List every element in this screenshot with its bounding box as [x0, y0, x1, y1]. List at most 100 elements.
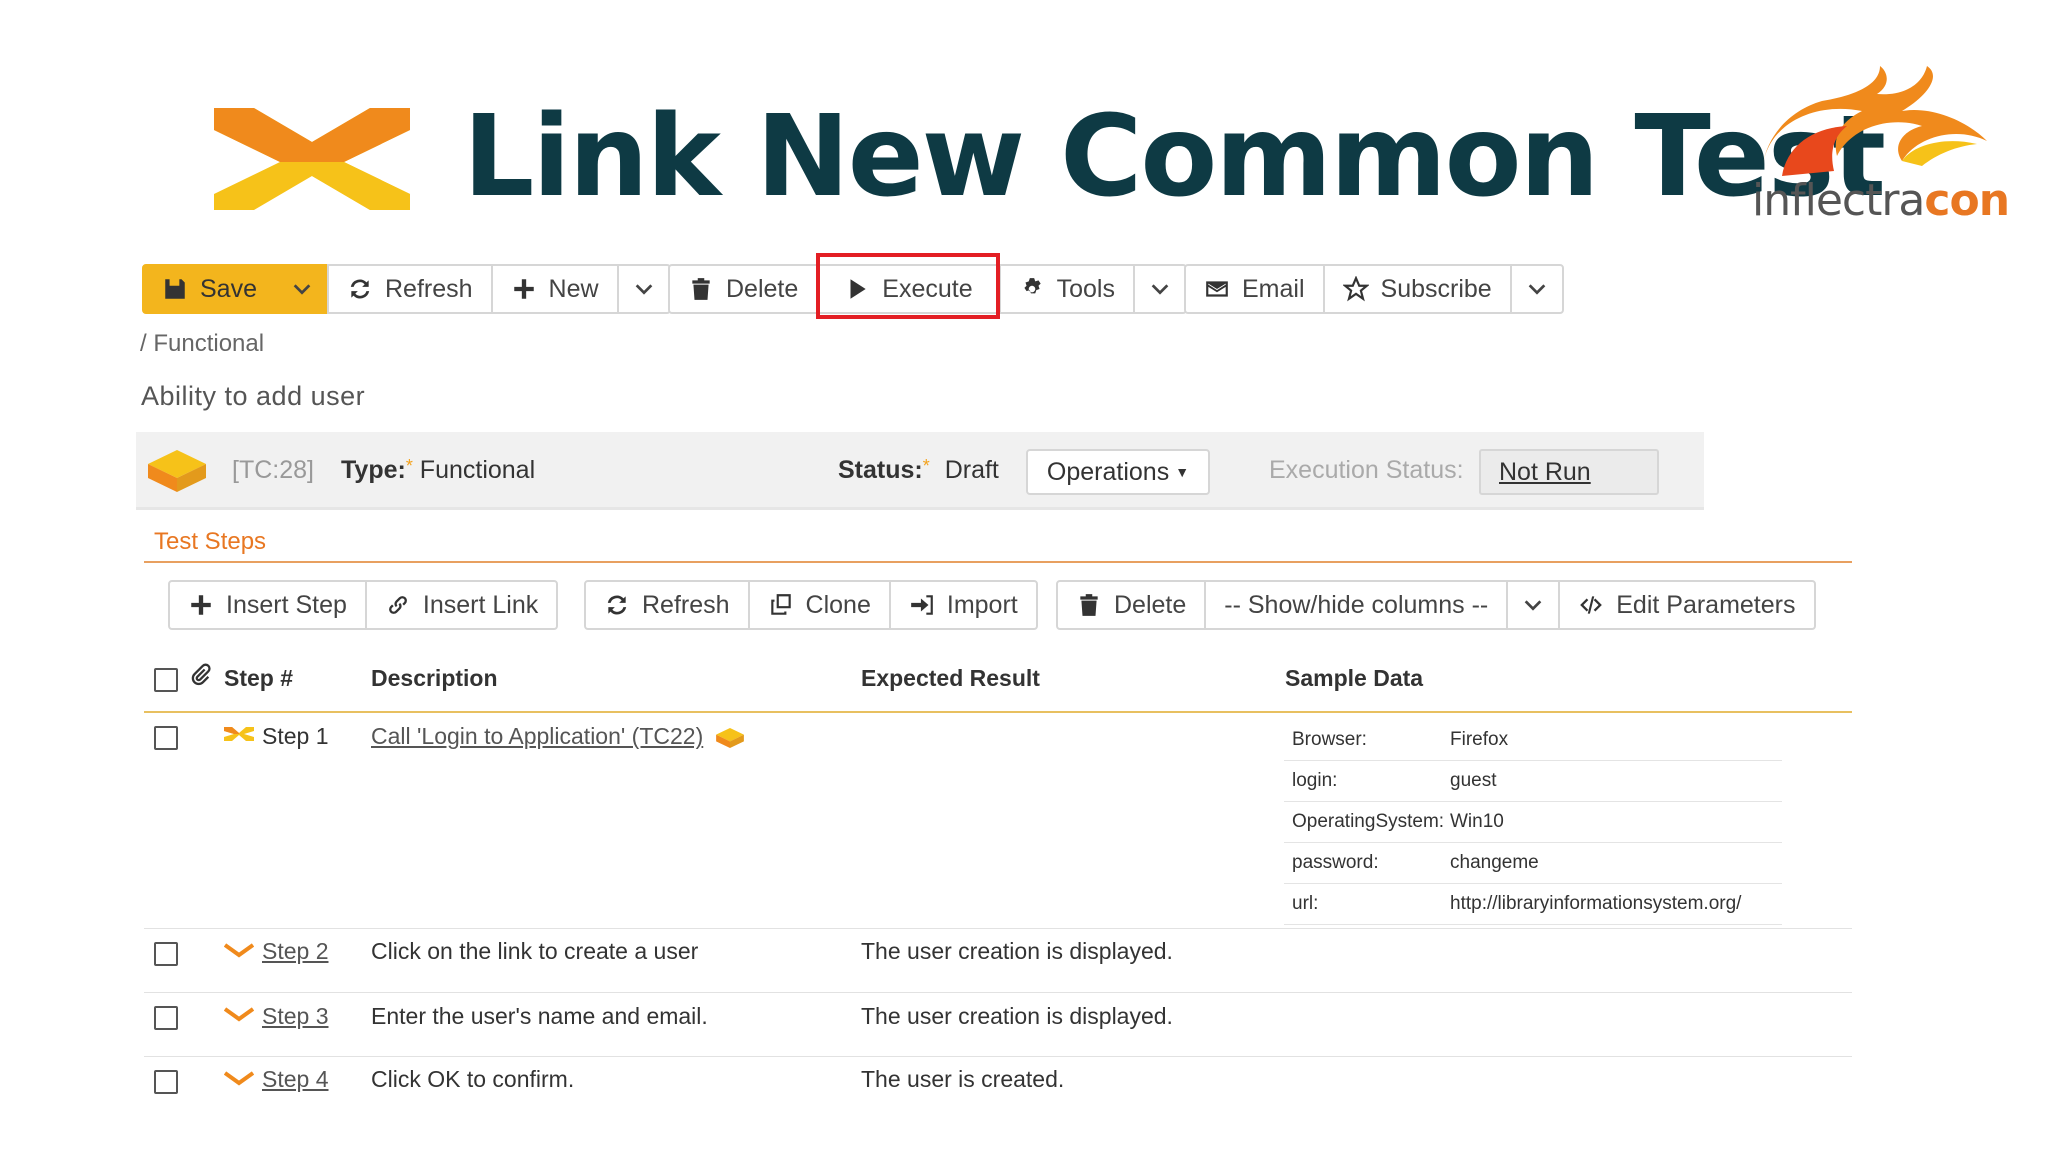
sample-data-key: login: [1292, 770, 1338, 791]
step-description: Click OK to confirm. [371, 1066, 575, 1092]
required-icon: * [405, 456, 413, 476]
delete-button[interactable]: Delete [668, 264, 819, 314]
steps-toolbar-manage: Delete -- Show/hide columns -- Edit Para… [1056, 580, 1816, 630]
show-hide-columns-select[interactable]: -- Show/hide columns -- [1204, 580, 1509, 630]
refresh-label: Refresh [384, 274, 473, 303]
email-button[interactable]: Email [1184, 264, 1325, 314]
insert-step-label: Insert Step [226, 590, 347, 619]
refresh-button[interactable]: Refresh [326, 264, 493, 314]
type-value[interactable]: Functional [420, 456, 535, 484]
type-field: Type:* Functional [341, 456, 535, 485]
sample-data-key: Browser: [1292, 729, 1367, 750]
test-case-icon [715, 727, 744, 748]
sample-data-row: password: changeme [1284, 843, 1782, 884]
chevron-down-icon [1151, 284, 1169, 295]
row-divider [144, 992, 1852, 993]
insert-link-label: Insert Link [422, 590, 539, 619]
chevron-down-icon [1524, 600, 1542, 611]
save-icon [165, 279, 185, 299]
step-expected-result: The user is created. [861, 1066, 1065, 1092]
status-value[interactable]: Draft [945, 456, 999, 484]
step-number-link[interactable]: Step 3 [262, 1003, 329, 1030]
caret-down-icon: ▼ [1175, 464, 1190, 480]
linked-test-link[interactable]: Call 'Login to Application' (TC22) [371, 723, 703, 749]
insert-link-button[interactable]: Insert Link [364, 580, 559, 630]
row-divider [144, 928, 1852, 929]
chevron-down-icon [293, 284, 311, 295]
edit-parameters-button[interactable]: Edit Parameters [1558, 580, 1816, 630]
save-dropdown-button[interactable] [274, 264, 329, 314]
column-header-sample-data[interactable]: Sample Data [1285, 665, 1423, 692]
code-icon [1580, 596, 1603, 614]
sample-data-row: Browser: Firefox [1284, 720, 1782, 761]
show-hide-dropdown-button[interactable] [1506, 580, 1561, 630]
step-description: Enter the user's name and email. [371, 1003, 708, 1029]
steps-refresh-button[interactable]: Refresh [584, 580, 750, 630]
test-case-name: Ability to add user [141, 381, 366, 411]
chevron-down-icon [635, 284, 652, 295]
refresh-icon [607, 595, 627, 615]
row-divider [144, 1056, 1852, 1057]
select-all-checkbox[interactable] [154, 668, 178, 692]
clone-button[interactable]: Clone [747, 580, 891, 630]
sample-data-key: password: [1292, 852, 1379, 873]
sample-data-row: url: http://libraryinformationsystem.org/ [1284, 884, 1782, 925]
brand-text-accent: con [1924, 175, 2010, 226]
row-checkbox[interactable] [154, 1070, 178, 1094]
row-checkbox[interactable] [154, 726, 178, 750]
tab-underline [144, 561, 1852, 563]
steps-delete-button[interactable]: Delete [1056, 580, 1207, 630]
header-divider [144, 711, 1852, 713]
sample-data-key: url: [1292, 893, 1319, 914]
steps-delete-label: Delete [1114, 590, 1187, 619]
test-case-info-bar: [TC:28] Type:* Functional Status:* Draft… [136, 432, 1704, 510]
sample-data-row: login: guest [1284, 761, 1782, 802]
operations-label: Operations [1046, 457, 1170, 486]
delete-label: Delete [726, 274, 799, 303]
column-header-description[interactable]: Description [371, 665, 498, 692]
row-checkbox[interactable] [154, 942, 178, 966]
trash-icon [1080, 594, 1098, 616]
import-button[interactable]: Import [888, 580, 1038, 630]
operations-dropdown[interactable]: Operations ▼ [1026, 449, 1210, 495]
step-number-link[interactable]: Step 2 [262, 938, 329, 965]
tab-test-steps[interactable]: Test Steps [154, 528, 266, 556]
insert-step-button[interactable]: Insert Step [168, 580, 367, 630]
tools-dropdown-button[interactable] [1132, 264, 1187, 314]
linked-test-icon [224, 727, 254, 741]
save-button[interactable]: Save [142, 264, 277, 314]
type-label: Type: [341, 456, 406, 484]
row-checkbox[interactable] [154, 1006, 178, 1030]
execution-status-label: Execution Status: [1269, 456, 1464, 484]
column-header-step[interactable]: Step # [224, 665, 293, 692]
steps-refresh-label: Refresh [642, 590, 730, 619]
new-button[interactable]: New [490, 264, 619, 314]
required-icon: * [922, 456, 930, 476]
step-description: Click on the link to create a user [371, 938, 699, 964]
sample-data-value: http://libraryinformationsystem.org/ [1450, 893, 1742, 914]
breadcrumb[interactable]: / Functional [140, 330, 264, 358]
step-number-link[interactable]: Step 4 [262, 1066, 329, 1093]
subscribe-dropdown-button[interactable] [1509, 264, 1564, 314]
link-icon [388, 596, 407, 614]
brand-text: inflectra [1752, 175, 1925, 226]
gear-icon [1024, 278, 1041, 294]
star-icon [1342, 276, 1369, 302]
sample-data-table: Browser: Firefox login: guest OperatingSys… [1284, 720, 1782, 925]
status-label: Status: [838, 456, 923, 484]
plus-icon [191, 595, 211, 615]
sample-data-value: Win10 [1450, 811, 1504, 832]
inflectracon-logo: inflectracon [1752, 66, 2010, 236]
steps-toolbar-actions: Refresh Clone Import [584, 580, 1038, 630]
page-title: Link New Common Test [463, 92, 1886, 222]
new-dropdown-button[interactable] [616, 264, 671, 314]
copy-icon [770, 594, 791, 615]
tools-button[interactable]: Tools [998, 264, 1135, 314]
tools-label: Tools [1056, 274, 1115, 303]
column-header-expected-result[interactable]: Expected Result [861, 665, 1040, 692]
import-icon [911, 595, 933, 615]
chevron-down-icon [1528, 284, 1545, 295]
subscribe-button[interactable]: Subscribe [1322, 264, 1512, 314]
status-field: Status:* Draft [838, 456, 999, 485]
execution-status-value[interactable]: Not Run [1479, 449, 1659, 495]
